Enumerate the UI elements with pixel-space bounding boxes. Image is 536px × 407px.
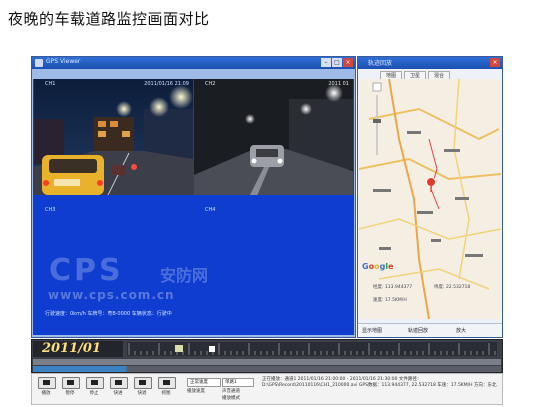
zoom-in-button[interactable]: 放大	[456, 327, 466, 334]
watermark-url: www.cps.com.cn	[48, 288, 175, 302]
window-controls: – □ ×	[321, 58, 353, 67]
timeline-date: 2011/01	[42, 341, 102, 356]
camera-timestamp: 2011 01	[328, 81, 349, 87]
watermark-brand-cn: 安防网	[160, 266, 209, 285]
play-button[interactable]	[38, 377, 56, 389]
channel-select-label: 声音通道	[222, 389, 240, 394]
snapshot-button[interactable]	[158, 377, 176, 389]
video-player-window: GPS Viewer – □ × 2011/01/16 21:09 2011 0…	[31, 56, 356, 338]
close-icon[interactable]: ×	[343, 58, 353, 67]
pause-button[interactable]	[62, 377, 80, 389]
timeline-track[interactable]	[33, 366, 501, 372]
timeline-ruler[interactable]	[127, 342, 497, 356]
channel-label: CH2	[205, 81, 216, 87]
show-map-button[interactable]: 显示地图	[362, 327, 382, 334]
map-footer-bar: 显示地图 轨迹回放 放大	[358, 323, 502, 337]
track-replay-button[interactable]: 轨迹回放	[408, 327, 428, 334]
fast-forward-button[interactable]	[110, 377, 128, 389]
stop-label: 停止	[89, 391, 99, 396]
camera-view-2[interactable]: 2011 01	[194, 79, 353, 203]
page-caption: 夜晚的车载道路监控画面对比	[8, 10, 210, 28]
latitude-readout: 纬度: 22.532718	[434, 285, 471, 290]
night-road-image-2	[194, 79, 353, 203]
map-window-titlebar[interactable]: 轨迹回放 ×	[358, 57, 502, 69]
rewind-button[interactable]	[134, 377, 152, 389]
playback-info-text: 正在播放：通道1 2011/01/16 21:00:00 - 2011/01/1…	[262, 377, 497, 388]
snapshot-label: 抓图	[161, 391, 171, 396]
playback-timeline[interactable]: 2011/01	[31, 339, 503, 373]
video-window-titlebar[interactable]: GPS Viewer – □ ×	[32, 57, 355, 69]
map-canvas[interactable]: Google 经度: 113.944377 纬度: 22.532718 速度: …	[359, 79, 501, 319]
map-window-title: 轨迹回放	[368, 60, 393, 67]
close-icon[interactable]: ×	[490, 58, 500, 67]
longitude-readout: 经度: 113.944377	[373, 285, 413, 290]
google-logo: Google	[362, 262, 394, 271]
playback-controls: 播放 暂停 停止 快进 快退 抓图 正常速度 播放速度 单路1 声音通道 播放模…	[31, 373, 503, 405]
minimize-icon[interactable]: –	[321, 58, 331, 67]
timeline-date-display: 2011/01	[33, 341, 123, 357]
channel-label: CH1	[45, 81, 56, 87]
speed-readout: 速度: 17.5KM/H	[373, 298, 407, 303]
video-window-title: GPS Viewer	[46, 58, 81, 65]
map-window: 轨迹回放 × 地图 卫星 混合 Google 经度: 113.944377 纬度…	[357, 56, 503, 338]
night-road-image-1	[34, 79, 193, 203]
fast-forward-label: 快进	[113, 391, 123, 396]
maximize-icon[interactable]: □	[332, 58, 342, 67]
camera-view-4[interactable]	[194, 207, 353, 331]
speed-select-label: 播放速度	[187, 389, 205, 394]
camera-timestamp: 2011/01/16 21:09	[144, 81, 189, 87]
playback-mode-label: 播放模式	[222, 396, 240, 401]
stop-button[interactable]	[86, 377, 104, 389]
speed-select[interactable]: 正常速度	[187, 378, 221, 387]
app-icon	[35, 59, 43, 67]
rewind-label: 快退	[137, 391, 147, 396]
road-map	[359, 79, 501, 319]
camera-view-1[interactable]: 2011/01/16 21:09	[34, 79, 193, 203]
vehicle-status-line: 行驶速度：0km/h 车牌号：粤B·0000 车辆状态：行驶中	[45, 311, 172, 317]
channel-select[interactable]: 单路1	[222, 378, 254, 387]
play-label: 播放	[41, 391, 51, 396]
timeline-track[interactable]	[33, 359, 501, 365]
pause-label: 暂停	[65, 391, 75, 396]
watermark-brand: CPS	[49, 253, 124, 288]
window-controls: ×	[490, 58, 500, 67]
